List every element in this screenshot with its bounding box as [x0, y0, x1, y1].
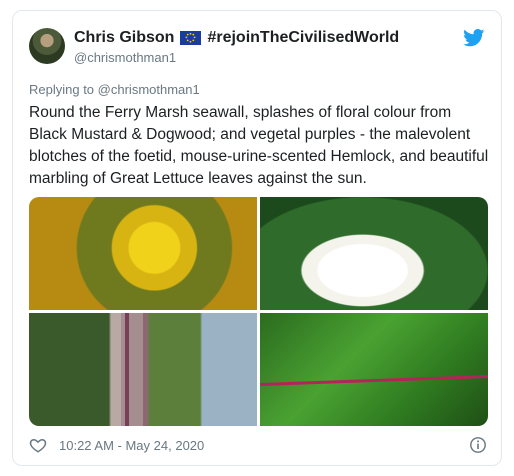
photo-grid: [29, 197, 488, 426]
timestamp[interactable]: 10:22 AM - May 24, 2020: [59, 438, 469, 453]
reply-context: Replying to @chrismothman1: [29, 82, 200, 97]
heart-icon[interactable]: [29, 436, 47, 454]
photo-dogwood[interactable]: [260, 197, 488, 310]
user-handle[interactable]: @chrismothman1: [74, 50, 176, 65]
stem-graphic: [121, 313, 143, 426]
name-hashtag[interactable]: #rejoinTheCivilisedWorld: [207, 29, 399, 47]
reply-prefix: Replying to: [29, 82, 95, 97]
display-name[interactable]: Chris Gibson: [74, 29, 174, 47]
photo-great-lettuce-leaf[interactable]: [260, 313, 488, 426]
author-line[interactable]: Chris Gibson #rejoinTheCivilisedWorld: [74, 28, 399, 48]
eu-flag-icon: [180, 31, 202, 45]
avatar[interactable]: [29, 28, 65, 64]
twitter-bird-icon[interactable]: [463, 29, 485, 47]
photo-hemlock-stem[interactable]: [29, 313, 257, 426]
info-icon[interactable]: [469, 436, 487, 454]
tweet-footer: 10:22 AM - May 24, 2020: [29, 435, 487, 455]
tweet-card[interactable]: Chris Gibson #rejoinTheCivilisedWorld @c…: [12, 10, 502, 466]
photo-black-mustard[interactable]: [29, 197, 257, 310]
leaf-vein-graphic: [260, 375, 488, 386]
reply-to-link[interactable]: @chrismothman1: [98, 82, 200, 97]
tweet-text: Round the Ferry Marsh seawall, splashes …: [29, 104, 489, 187]
